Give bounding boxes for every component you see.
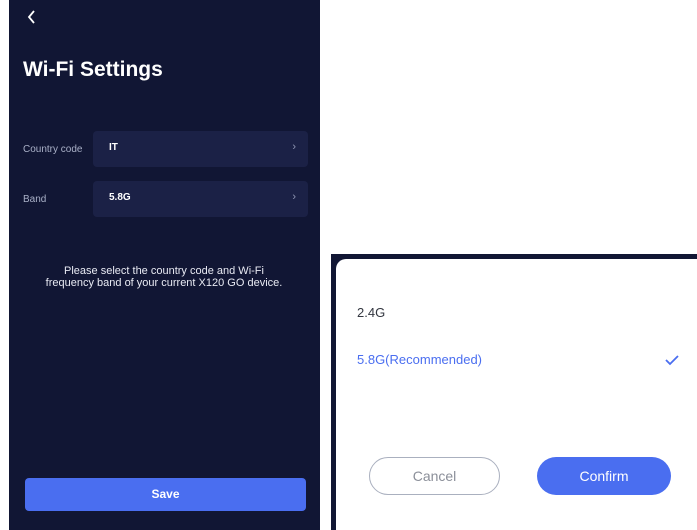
country-code-value: IT	[109, 142, 118, 153]
option-5-8g[interactable]: 5.8G(Recommended)	[357, 352, 482, 367]
option-2-4g[interactable]: 2.4G	[357, 305, 385, 320]
page-title: Wi-Fi Settings	[23, 58, 163, 81]
cancel-button[interactable]: Cancel	[369, 457, 500, 495]
chevron-left-icon	[27, 10, 35, 24]
back-button[interactable]	[25, 8, 43, 26]
band-field[interactable]: 5.8G ›	[93, 181, 308, 217]
band-value: 5.8G	[109, 192, 131, 203]
wifi-settings-screen: Wi-Fi Settings Country code IT › Band 5.…	[9, 0, 320, 530]
confirm-button[interactable]: Confirm	[537, 457, 671, 495]
checkmark-icon	[665, 355, 679, 366]
country-code-label: Country code	[23, 144, 83, 155]
country-code-field[interactable]: IT ›	[93, 131, 308, 167]
save-button[interactable]: Save	[25, 478, 306, 511]
help-text: Please select the country code and Wi-Fi…	[45, 265, 283, 289]
chevron-right-icon: ›	[292, 141, 296, 153]
band-select-dialog: 2.4G 5.8G(Recommended) Cancel Confirm	[336, 259, 697, 530]
band-label: Band	[23, 194, 47, 205]
chevron-right-icon: ›	[292, 191, 296, 203]
